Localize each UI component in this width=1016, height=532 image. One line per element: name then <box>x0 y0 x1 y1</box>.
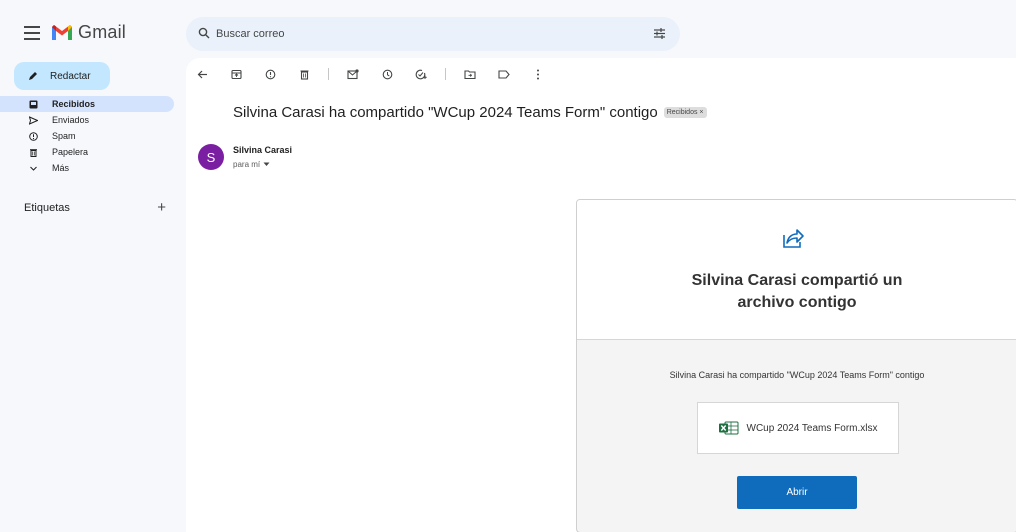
label-icon[interactable] <box>496 66 512 82</box>
sidebar-item-more[interactable]: Más <box>0 160 174 176</box>
move-to-icon[interactable] <box>462 66 478 82</box>
toolbar-divider <box>445 68 446 80</box>
search-icon[interactable] <box>198 27 210 39</box>
share-card-message: Silvina Carasi ha compartido "WCup 2024 … <box>669 370 925 380</box>
labels-heading: Etiquetas <box>24 201 70 214</box>
mark-unread-icon[interactable] <box>345 66 361 82</box>
email-subject: Silvina Carasi ha compartido "WCup 2024 … <box>233 104 658 121</box>
spam-icon <box>28 131 38 141</box>
message-view: Silvina Carasi ha compartido "WCup 2024 … <box>186 58 1016 532</box>
excel-file-icon <box>718 421 739 435</box>
recipient-line: para mí <box>233 160 261 169</box>
search-bar[interactable] <box>186 17 680 51</box>
inbox-icon <box>28 99 38 109</box>
archive-icon[interactable] <box>228 66 244 82</box>
gmail-logo[interactable]: Gmail <box>52 22 126 43</box>
main-menu-icon[interactable] <box>24 26 40 40</box>
share-card-title-line2: archivo contigo <box>737 294 857 311</box>
search-input[interactable] <box>216 17 616 51</box>
sidebar-item-label: Papelera <box>52 147 89 157</box>
sidebar-item-trash[interactable]: Papelera <box>0 144 174 160</box>
message-toolbar <box>194 66 564 82</box>
sidebar-item-spam[interactable]: Spam <box>0 128 174 144</box>
open-file-button[interactable]: Abrir <box>737 476 857 509</box>
back-arrow-icon[interactable] <box>194 66 210 82</box>
shared-file-name: WCup 2024 Teams Form.xlsx <box>746 422 878 434</box>
sidebar-item-label: Enviados <box>52 115 90 125</box>
report-spam-icon[interactable] <box>262 66 278 82</box>
sidebar-item-label: Spam <box>52 131 76 141</box>
sidebar-item-label: Más <box>52 163 70 173</box>
share-notification-card: Silvina Carasi compartió un archivo cont… <box>576 199 1016 532</box>
caret-down-icon <box>263 162 270 166</box>
chevron-down-icon <box>28 163 38 173</box>
recipient-details[interactable]: para mí <box>233 160 270 169</box>
add-label-icon[interactable]: + <box>157 200 166 215</box>
share-card-title: Silvina Carasi compartió un archivo cont… <box>577 270 1016 314</box>
sidebar-item-inbox[interactable]: Recibidos <box>0 96 174 112</box>
add-task-icon[interactable] <box>413 66 429 82</box>
share-card-title-line1: Silvina Carasi compartió un <box>691 272 903 289</box>
share-icon <box>783 229 804 248</box>
shared-file-link[interactable]: WCup 2024 Teams Form.xlsx <box>697 402 899 454</box>
sender-avatar[interactable]: S <box>198 144 224 170</box>
delete-icon[interactable] <box>296 66 312 82</box>
sender-name[interactable]: Silvina Carasi <box>233 145 292 155</box>
search-options-icon[interactable] <box>653 27 666 40</box>
gmail-m-icon <box>52 25 72 40</box>
send-icon <box>28 115 38 125</box>
sidebar-nav: Recibidos Enviados Spam Papelera Más <box>0 96 174 176</box>
compose-button[interactable]: Redactar <box>14 62 110 90</box>
labels-section-header: Etiquetas + <box>24 200 166 215</box>
app-name: Gmail <box>78 22 127 42</box>
sidebar-item-sent[interactable]: Enviados <box>0 112 174 128</box>
inbox-label-badge[interactable]: Recibidos × <box>663 107 707 118</box>
snooze-icon[interactable] <box>379 66 395 82</box>
compose-label: Redactar <box>50 70 91 82</box>
pencil-icon <box>29 72 37 80</box>
more-options-icon[interactable] <box>530 66 546 82</box>
sidebar-item-label: Recibidos <box>52 99 96 109</box>
toolbar-divider <box>328 68 329 80</box>
trash-icon <box>28 147 38 157</box>
email-subject-row: Silvina Carasi ha compartido "WCup 2024 … <box>233 104 707 121</box>
share-card-header: Silvina Carasi compartió un archivo cont… <box>577 200 1016 340</box>
